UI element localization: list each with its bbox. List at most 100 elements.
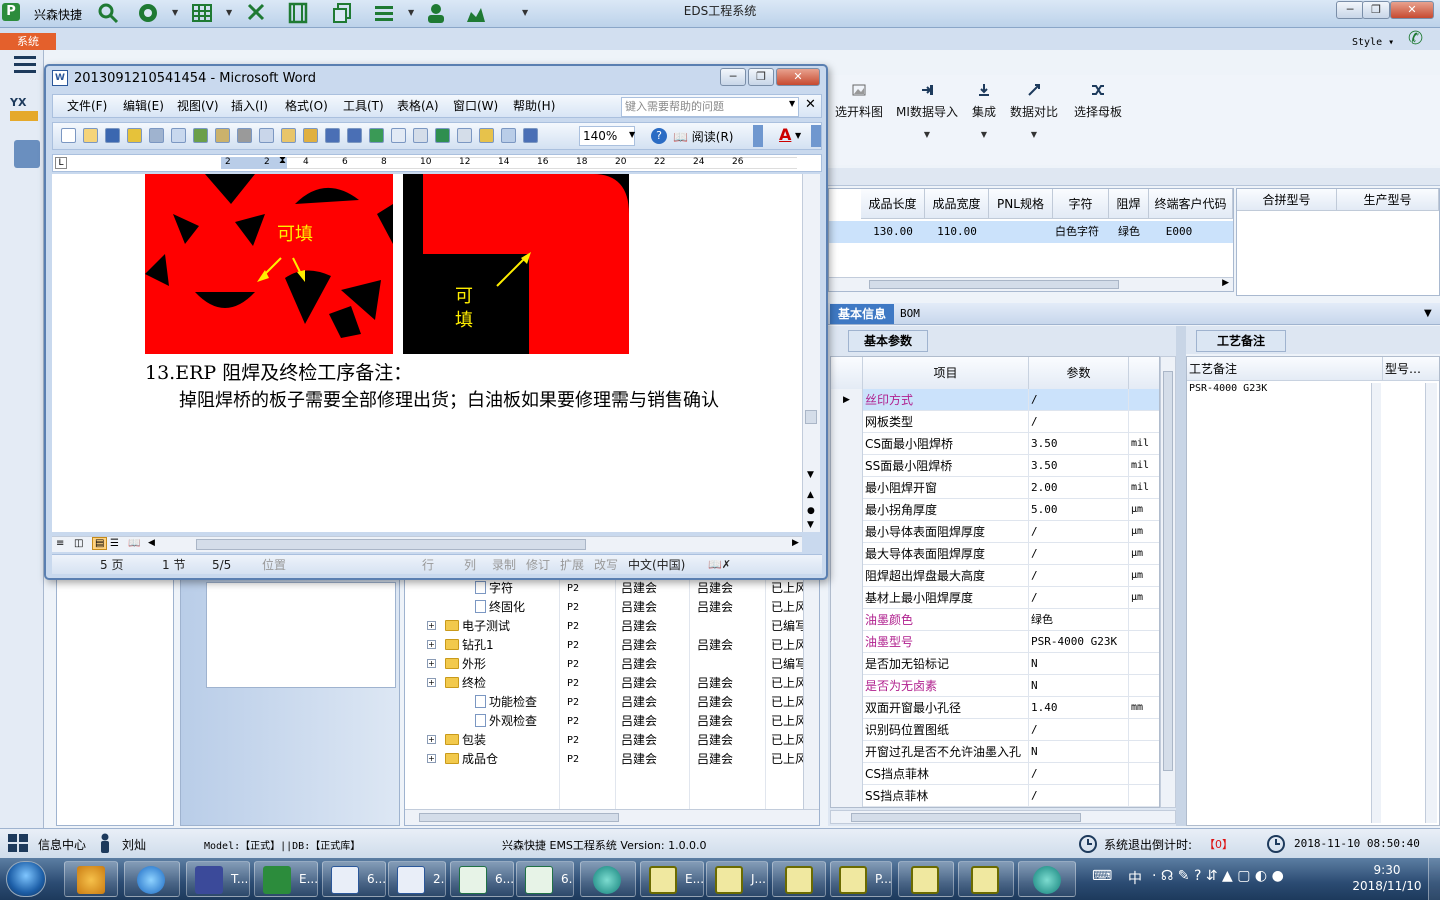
row-indicator[interactable] (831, 763, 863, 785)
menu-help[interactable]: 帮助(H) (513, 95, 555, 117)
param-item[interactable]: 基材上最小阻焊厚度 (863, 587, 1029, 609)
col-header-param[interactable]: 参数 (1029, 357, 1129, 389)
param-item[interactable]: 油墨颜色 (863, 609, 1029, 631)
menu-view[interactable]: 视图(V) (177, 95, 219, 117)
print-icon[interactable] (149, 128, 164, 143)
toolbar-chevron[interactable] (753, 125, 763, 147)
param-value[interactable]: PSR-4000 G23K (1029, 631, 1129, 653)
taskbar-item[interactable]: 6... (450, 861, 514, 897)
help-search-input[interactable]: 键入需要帮助的问题 (621, 97, 799, 117)
expand-toggle-icon[interactable]: + (427, 735, 436, 744)
ribbon-button-data-compare[interactable]: 数据对比 ▼ (1006, 83, 1062, 143)
col-header-model[interactable]: 型号… (1383, 357, 1439, 381)
close-button[interactable]: ✕ (1390, 1, 1434, 19)
tab-system[interactable]: 系统 (0, 33, 56, 50)
splitter[interactable] (1176, 326, 1186, 826)
cut-icon[interactable] (237, 128, 252, 143)
doc-heading[interactable]: 13.ERP 阻焊及终检工序备注： (145, 358, 412, 385)
row-indicator[interactable] (831, 741, 863, 763)
param-item[interactable]: 开窗过孔是否不允许油墨入孔 (863, 741, 1029, 763)
doc-map-icon[interactable] (501, 128, 516, 143)
ruler[interactable]: L 2 2 4 6 8 10 12 14 16 18 20 22 24 26 ⧗ (52, 154, 822, 172)
row-indicator[interactable] (831, 719, 863, 741)
tree-row[interactable]: 终固化 P2 吕建会 吕建会 已上风 (405, 598, 807, 617)
grid-header[interactable]: 阻焊 (1109, 189, 1149, 219)
param-item[interactable]: 网板类型 (863, 411, 1029, 433)
param-value[interactable]: 3.50 (1029, 455, 1129, 477)
param-row[interactable]: 最大导体表面阻焊厚度 / μm (831, 543, 1159, 565)
row-indicator[interactable] (831, 785, 863, 807)
indent-marker-icon[interactable]: ⧗ (279, 155, 286, 166)
word-minimize-button[interactable]: ─ (720, 68, 746, 86)
taskbar-ie[interactable] (124, 861, 180, 897)
show-desktop-button[interactable] (1428, 858, 1440, 900)
taskbar-item[interactable]: E... (640, 861, 704, 897)
param-item[interactable]: CS面最小阻焊桥 (863, 433, 1029, 455)
status-language[interactable]: 中文(中国) (628, 555, 685, 575)
param-row[interactable]: 油墨型号 PSR-4000 G23K (831, 631, 1159, 653)
ime-indicator[interactable]: 中 (1128, 868, 1142, 888)
taskbar-item[interactable]: J... (706, 861, 768, 897)
taskbar-item[interactable]: E... (254, 861, 318, 897)
param-item[interactable]: SS挡点菲林 (863, 785, 1029, 807)
menu-tools[interactable]: 工具(T) (343, 95, 384, 117)
grid-cell[interactable] (989, 223, 1053, 241)
keyboard-icon[interactable]: ⌨ (1092, 868, 1112, 884)
col-header-unit[interactable] (1129, 357, 1159, 389)
research-icon[interactable] (215, 128, 230, 143)
doc-paragraph[interactable]: 掉阻焊桥的板子需要全部修理出货；白油板如果要修理需与销售确认 (179, 386, 719, 412)
taskbar-item[interactable]: 6... (516, 861, 574, 897)
dropdown-icon[interactable]: ▼ (789, 99, 795, 108)
taskbar-item[interactable] (772, 861, 826, 897)
param-row[interactable]: 开窗过孔是否不允许油墨入孔 N (831, 741, 1159, 763)
row-indicator[interactable] (831, 433, 863, 455)
param-value[interactable]: / (1029, 543, 1129, 565)
row-indicator[interactable] (831, 565, 863, 587)
taskbar-item[interactable]: 2... (388, 861, 446, 897)
hscroll-thumb[interactable] (196, 539, 586, 550)
grid-cell[interactable]: 绿色 (1109, 223, 1149, 241)
row-indicator[interactable] (831, 411, 863, 433)
param-hscroll[interactable] (830, 810, 1176, 824)
grid-header[interactable]: PNL规格 (989, 189, 1053, 219)
row-indicator[interactable] (831, 653, 863, 675)
close-doc-icon[interactable]: ✕ (805, 97, 816, 112)
menu-table[interactable]: 表格(A) (397, 95, 439, 117)
param-row[interactable]: 识别码位置图纸 / (831, 719, 1159, 741)
param-row[interactable]: SS挡点菲林 / (831, 785, 1159, 807)
row-indicator[interactable] (831, 697, 863, 719)
menu-format[interactable]: 格式(O) (285, 95, 328, 117)
scroll-down-icon[interactable]: ▼ (807, 470, 814, 480)
doc-image-solder-mask[interactable]: 可 填 (403, 174, 629, 354)
param-item[interactable]: 最大导体表面阻焊厚度 (863, 543, 1029, 565)
param-item[interactable]: 丝印方式 (863, 389, 1029, 411)
insert-table-icon[interactable] (413, 128, 428, 143)
tray-icons[interactable]: · ☊ ✎ ? ⇵ ▲ ▢ ◐ ● (1152, 868, 1284, 884)
undo-icon[interactable] (325, 128, 340, 143)
menu-window[interactable]: 窗口(W) (453, 95, 498, 117)
param-row[interactable]: CS挡点菲林 / (831, 763, 1159, 785)
param-item[interactable]: 是否为无卤素 (863, 675, 1029, 697)
word-maximize-button[interactable]: ❐ (748, 68, 774, 86)
grid-header[interactable]: 终端客户代码 (1149, 189, 1233, 219)
new-icon[interactable] (61, 128, 76, 143)
status-ovr[interactable]: 改写 (594, 555, 618, 575)
dropdown-icon[interactable]: ▼ (1424, 308, 1432, 319)
param-value[interactable]: / (1029, 565, 1129, 587)
col-header-craft[interactable]: 工艺备注 (1187, 357, 1383, 381)
param-item[interactable]: 最小阻焊开窗 (863, 477, 1029, 499)
calendar-icon[interactable] (14, 140, 40, 168)
view-web-icon[interactable]: ◫ (74, 538, 83, 549)
row-indicator[interactable] (831, 521, 863, 543)
status-trk[interactable]: 修订 (526, 555, 550, 575)
param-value[interactable]: 2.00 (1029, 477, 1129, 499)
param-value[interactable]: N (1029, 741, 1129, 763)
prev-page-icon[interactable]: ▲ (807, 490, 814, 500)
param-item[interactable]: 识别码位置图纸 (863, 719, 1029, 741)
menu-edit[interactable]: 编辑(E) (123, 95, 164, 117)
grid-icon[interactable] (8, 834, 28, 852)
status-rec[interactable]: 录制 (492, 555, 516, 575)
menu-insert[interactable]: 插入(I) (231, 95, 268, 117)
grid-cell[interactable]: 110.00 (925, 223, 989, 241)
taskbar-item[interactable]: T... (186, 861, 250, 897)
